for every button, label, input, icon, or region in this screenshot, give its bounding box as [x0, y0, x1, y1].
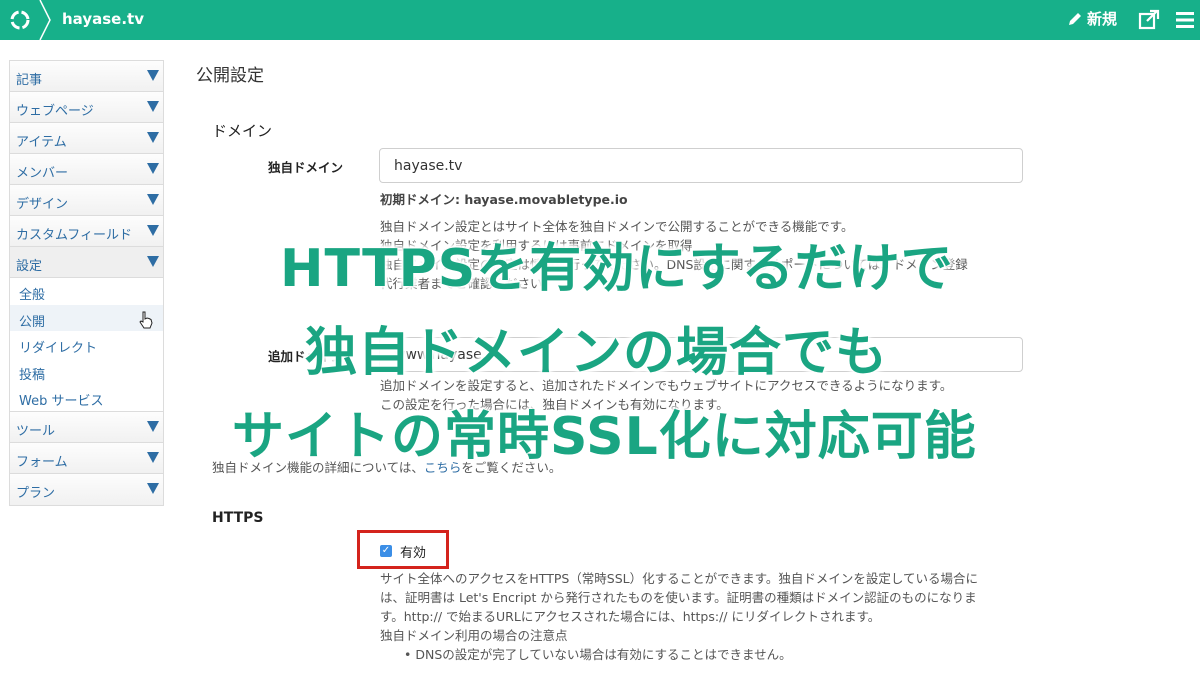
https-help-bullet: • DNSの設定が完了していない場合は有効にすることはできません。	[404, 647, 792, 662]
sidebar-item-label: フォーム	[16, 454, 68, 470]
submenu-item-label: 全般	[19, 288, 46, 303]
custom-domain-input[interactable]	[379, 148, 1023, 183]
https-help-line: す。http:// で始まるURLにアクセスされた場合には、https:// に…	[380, 609, 881, 624]
domain-section-title: ドメイン	[212, 122, 273, 140]
pencil-icon	[1069, 12, 1081, 25]
triangle-down-icon	[147, 101, 159, 112]
sidebar-item-label: 記事	[16, 73, 43, 88]
sidebar: 記事 ウェブページ アイテム メンバー デザイン カスタムフィールド 設定 全般…	[9, 60, 164, 506]
new-button[interactable]: 新規	[1066, 8, 1117, 29]
custom-domain-label: 独自ドメイン	[268, 160, 344, 175]
sidebar-item-forms[interactable]: フォーム	[10, 442, 163, 474]
breadcrumb-chevron-icon	[39, 0, 51, 40]
triangle-down-icon	[147, 194, 159, 205]
submenu-item-post[interactable]: 投稿	[10, 357, 163, 385]
https-help-line: 独自ドメイン利用の場合の注意点	[380, 628, 568, 643]
sidebar-item-label: デザイン	[16, 197, 69, 212]
sidebar-item-label: アイテム	[16, 135, 67, 150]
submenu-item-publishing[interactable]: 公開	[10, 304, 163, 332]
https-help-line: は、証明書は Let's Encript から発行されたものを使います。証明書の…	[380, 590, 977, 605]
sidebar-item-label: ツール	[16, 423, 56, 439]
hand-cursor-icon	[139, 311, 153, 329]
sidebar-item-label: ウェブページ	[16, 104, 94, 119]
submenu-item-redirect[interactable]: リダイレクト	[10, 331, 163, 358]
sidebar-item-items[interactable]: アイテム	[10, 123, 163, 154]
submenu-item-label: 投稿	[19, 367, 46, 383]
overlay-caption-line-1: HTTPSを有効にするだけで	[280, 239, 954, 299]
https-enable-checkbox[interactable]: ✓	[380, 545, 392, 557]
https-help-text: サイト全体へのアクセスをHTTPS（常時SSL）化することができます。独自ドメイ…	[380, 569, 978, 664]
sidebar-item-entries[interactable]: 記事	[10, 61, 163, 92]
overlay-caption-line-2: 独自ドメインの場合でも	[305, 323, 889, 383]
triangle-down-icon	[147, 132, 159, 143]
triangle-down-icon	[147, 163, 159, 174]
sidebar-item-settings[interactable]: 設定	[10, 247, 163, 278]
site-name[interactable]: hayase.tv	[62, 10, 144, 28]
sidebar-item-plan[interactable]: プラン	[10, 473, 163, 505]
triangle-down-icon	[147, 451, 159, 463]
external-link-icon[interactable]	[1138, 9, 1160, 31]
hamburger-menu-icon[interactable]	[1176, 11, 1194, 29]
https-section-title: HTTPS	[212, 510, 264, 526]
triangle-down-icon	[147, 482, 159, 494]
sidebar-item-members[interactable]: メンバー	[10, 154, 163, 185]
sidebar-item-webpages[interactable]: ウェブページ	[10, 92, 163, 123]
triangle-down-icon	[147, 70, 159, 81]
submenu-item-label: 公開	[19, 314, 46, 330]
triangle-down-icon	[147, 225, 159, 236]
https-help-line: サイト全体へのアクセスをHTTPS（常時SSL）化することができます。独自ドメイ…	[380, 571, 979, 586]
https-enable-label[interactable]: 有効	[400, 542, 426, 561]
sidebar-item-label: プラン	[16, 485, 56, 501]
submenu-item-label: Web サービス	[19, 394, 104, 410]
top-bar: hayase.tv 新規	[0, 0, 1200, 40]
submenu-item-label: リダイレクト	[19, 341, 98, 357]
overlay-caption-line-3: サイトの常時SSL化に対応可能	[232, 407, 977, 467]
submenu-item-web-services[interactable]: Web サービス	[10, 384, 163, 411]
sidebar-item-label: カスタムフィールド	[16, 228, 132, 243]
sidebar-item-custom-fields[interactable]: カスタムフィールド	[10, 216, 163, 247]
new-button-label: 新規	[1087, 10, 1118, 28]
page-title: 公開設定	[196, 66, 264, 86]
triangle-down-icon	[147, 420, 159, 432]
settings-submenu: 全般 公開 リダイレクト 投稿 Web サービス	[10, 278, 163, 412]
sidebar-item-label: 設定	[16, 259, 43, 274]
submenu-item-general[interactable]: 全般	[10, 278, 163, 305]
triangle-down-icon	[147, 256, 159, 267]
sidebar-item-label: メンバー	[16, 166, 69, 181]
sidebar-item-design[interactable]: デザイン	[10, 185, 163, 216]
https-help-bullet-text: DNSの設定が完了していない場合は有効にすることはできません。	[415, 647, 792, 662]
sidebar-item-tools[interactable]: ツール	[10, 411, 163, 443]
initial-domain-text: 初期ドメイン: hayase.movabletype.io	[380, 192, 628, 207]
